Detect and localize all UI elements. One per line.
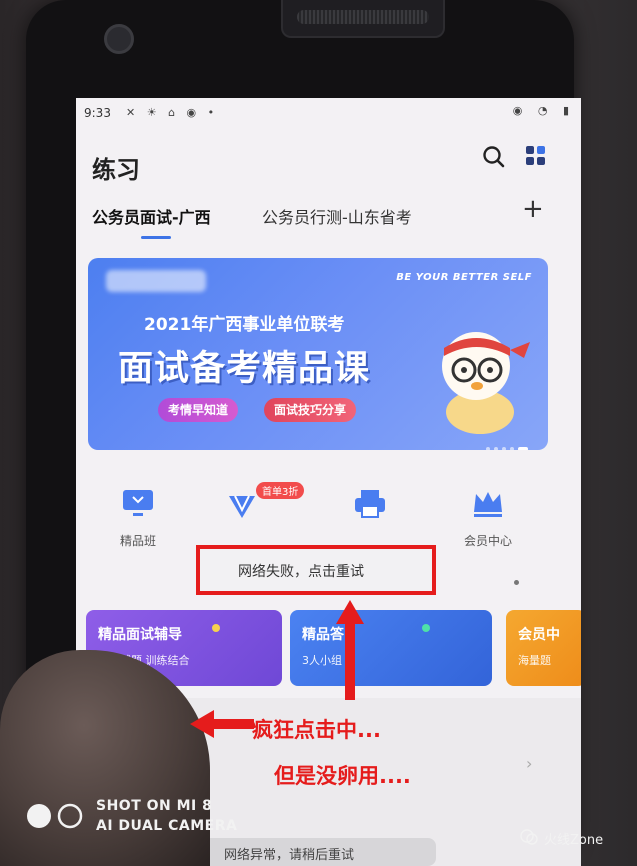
mascot-illustration (442, 332, 530, 434)
quick-nav-label: 会员中心 (463, 534, 512, 548)
printer-icon (355, 490, 385, 518)
active-tab-indicator (141, 236, 171, 239)
add-tab-button[interactable]: + (522, 194, 544, 224)
annotation-arrow-left-icon (190, 710, 254, 738)
banner-tag-skills: 面试技巧分享 (264, 398, 357, 422)
promo-banner[interactable]: BE YOUR BETTER SELF 2021年广西事业单位联考 面试备考精品… (88, 258, 548, 450)
wechat-icon (520, 829, 538, 845)
tab-interview-guangxi[interactable]: 公务员面试-广西 (92, 204, 211, 228)
tab-xingce-shandong[interactable]: 公务员行测-山东省考 (262, 204, 412, 228)
quick-nav-printer[interactable] (330, 488, 410, 532)
quick-nav-member-center[interactable]: 会员中心 (448, 488, 528, 549)
status-time: 9:33 (84, 106, 111, 120)
camera-logo-icon (27, 803, 83, 829)
monitor-icon (123, 490, 153, 516)
banner-title: 面试备考精品课 (118, 349, 371, 389)
status-bar: 9:33 ✕ ☀ ⌂ ◉ • ◉ ◔ ▮ (76, 98, 581, 124)
page-indicator-dot (514, 580, 519, 585)
retry-toast-text: 网络失败，点击重试 (238, 564, 364, 580)
blurred-logo (106, 270, 206, 292)
discount-badge: 首单3折 (256, 482, 305, 499)
front-camera (104, 24, 134, 54)
banner-slogan: BE YOUR BETTER SELF (396, 272, 532, 283)
banner-subtitle: 2021年广西事业单位联考 (144, 315, 345, 335)
retry-toast[interactable]: 网络失败，点击重试 (196, 545, 436, 595)
crown-icon (474, 492, 502, 517)
grid-menu-icon[interactable] (524, 144, 548, 168)
quick-nav-premium-class[interactable]: 精品班 (98, 488, 178, 549)
card-subtitle: 海量题 (518, 654, 551, 667)
status-system-icons: ◉ ◔ ▮ (512, 104, 575, 117)
annotation-arrow-up-icon (336, 600, 364, 700)
banner-pagination (486, 436, 536, 450)
diamond-icon (229, 495, 255, 518)
network-error-text: 网络异常，请稍后重试 (224, 848, 355, 863)
quick-nav-label: 精品班 (119, 534, 156, 548)
page-title: 练习 (92, 156, 140, 184)
status-notification-icons: ✕ ☀ ⌂ ◉ • (126, 106, 219, 119)
banner-tag-exam-info: 考情早知道 (158, 398, 239, 422)
card-title: 会员中 (518, 627, 560, 643)
card-title: 精品面试辅导 (98, 627, 182, 643)
annotation-line-2: 但是没卵用.... (274, 764, 411, 788)
card-qa-tutoring[interactable]: 精品答 3人小组 (290, 610, 492, 686)
chevron-right-icon: › (526, 754, 533, 773)
card-member[interactable]: 会员中 海量题 (506, 610, 581, 686)
credit-text: 火线Zone (544, 833, 604, 848)
search-icon[interactable] (481, 144, 507, 170)
watermark-line-1: SHOT ON MI 8 (96, 798, 213, 814)
watermark-line-2: AI DUAL CAMERA (96, 818, 238, 834)
earpiece-speaker (281, 0, 445, 38)
network-error-toast: 网络异常，请稍后重试 (186, 838, 436, 866)
annotation-line-1: 疯狂点击中... (252, 718, 381, 742)
